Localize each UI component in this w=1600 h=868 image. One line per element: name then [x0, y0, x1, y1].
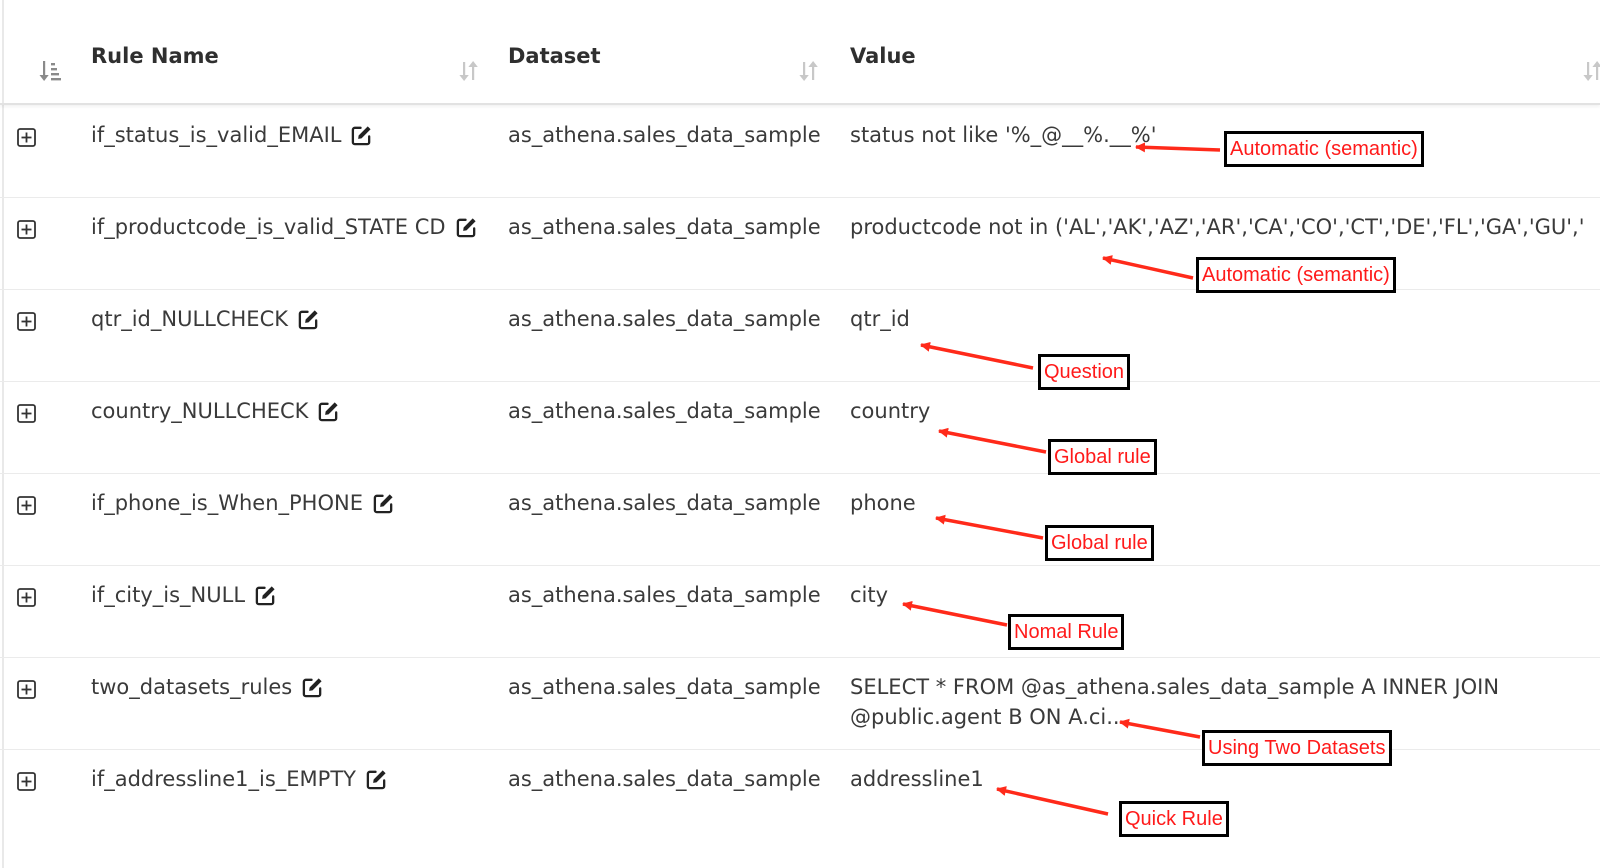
value-cell: qtr_id [850, 304, 910, 334]
table-header: Rule Name Dataset Value [0, 0, 1600, 105]
dataset-cell: as_athena.sales_data_sample [508, 767, 821, 791]
rule-name: if_city_is_NULL [91, 583, 246, 607]
value-line: SELECT * FROM @as_athena.sales_data_samp… [850, 675, 1500, 699]
annotation-callout: Using Two Datasets [1202, 730, 1392, 766]
value-cell: phone [850, 488, 916, 518]
dataset-cell: as_athena.sales_data_sample [508, 307, 821, 331]
dataset-cell: as_athena.sales_data_sample [508, 399, 821, 423]
rule-name-cell: if_phone_is_When_PHONE [91, 491, 395, 515]
value-line: productcode not in ('AL','AK','AZ','AR',… [850, 215, 1585, 239]
rule-name: two_datasets_rules [91, 675, 293, 699]
dataset-cell: as_athena.sales_data_sample [508, 675, 821, 699]
dataset-cell: as_athena.sales_data_sample [508, 583, 821, 607]
rule-name-cell: country_NULLCHECK [91, 399, 340, 423]
annotation-callout: Quick Rule [1119, 801, 1229, 837]
value-line: status not like '%_@__%.__%' [850, 123, 1157, 147]
expand-row-icon[interactable] [17, 772, 36, 791]
rule-name: country_NULLCHECK [91, 399, 309, 423]
rule-name-cell: if_addressline1_is_EMPTY [91, 767, 388, 791]
rule-name-cell: if_city_is_NULL [91, 583, 277, 607]
table-row[interactable]: if_addressline1_is_EMPTY as_athena.sales… [0, 749, 1600, 868]
rule-name: qtr_id_NULLCHECK [91, 307, 288, 331]
rule-name: if_status_is_valid_EMAIL [91, 123, 342, 147]
rule-name: if_addressline1_is_EMPTY [91, 767, 356, 791]
table-row[interactable]: qtr_id_NULLCHECK as_athena.sales_data_sa… [0, 289, 1600, 382]
dataset-cell: as_athena.sales_data_sample [508, 215, 821, 239]
value-cell: country [850, 396, 930, 426]
annotation-callout: Global rule [1048, 439, 1157, 475]
value-line: country [850, 399, 931, 423]
sort-toggle-icon[interactable] [456, 58, 482, 84]
edit-icon[interactable] [365, 768, 388, 791]
expand-row-icon[interactable] [17, 312, 36, 331]
annotation-callout: Automatic (semantic) [1224, 131, 1424, 167]
value-line: addressline1 [850, 767, 984, 791]
expand-row-icon[interactable] [17, 128, 36, 147]
annotation-callout: Global rule [1045, 525, 1154, 561]
annotation-callout: Automatic (semantic) [1196, 257, 1396, 293]
value-cell: addressline1 [850, 764, 984, 794]
edit-icon[interactable] [254, 584, 277, 607]
table-row[interactable]: if_phone_is_When_PHONE as_athena.sales_d… [0, 473, 1600, 566]
edit-icon[interactable] [301, 676, 324, 699]
edit-icon[interactable] [317, 400, 340, 423]
sort-desc-icon[interactable] [38, 58, 64, 84]
dataset-cell: as_athena.sales_data_sample [508, 491, 821, 515]
rule-name: if_productcode_is_valid_STATE CD [91, 215, 446, 239]
expand-row-icon[interactable] [17, 588, 36, 607]
table-row[interactable]: country_NULLCHECK as_athena.sales_data_s… [0, 381, 1600, 474]
edit-icon[interactable] [372, 492, 395, 515]
value-line: qtr_id [850, 307, 910, 331]
rule-name-cell: qtr_id_NULLCHECK [91, 307, 320, 331]
annotation-callout: Question [1038, 354, 1131, 390]
edit-icon[interactable] [350, 124, 373, 147]
column-header-dataset[interactable]: Dataset [508, 44, 601, 68]
table-row[interactable]: if_city_is_NULL as_athena.sales_data_sam… [0, 565, 1600, 658]
annotation-callout: Nomal Rule [1008, 614, 1125, 650]
value-line: @public.agent B ON A.ci... [850, 705, 1127, 729]
expand-row-icon[interactable] [17, 680, 36, 699]
expand-row-icon[interactable] [17, 404, 36, 423]
rule-name-cell: two_datasets_rules [91, 675, 324, 699]
rule-name-cell: if_productcode_is_valid_STATE CD [91, 215, 478, 239]
rule-name: if_phone_is_When_PHONE [91, 491, 363, 515]
value-line: city [850, 583, 889, 607]
column-header-rule-name[interactable]: Rule Name [91, 44, 219, 68]
value-cell: city [850, 580, 888, 610]
expand-row-icon[interactable] [17, 496, 36, 515]
sort-toggle-icon[interactable] [796, 58, 822, 84]
value-line: phone [850, 491, 916, 515]
edit-icon[interactable] [297, 308, 320, 331]
rule-name-cell: if_status_is_valid_EMAIL [91, 123, 373, 147]
value-cell: status not like '%_@__%.__%' [850, 120, 1157, 150]
column-header-value[interactable]: Value [850, 44, 916, 68]
sort-toggle-icon[interactable] [1580, 58, 1600, 84]
value-cell: SELECT * FROM @as_athena.sales_data_samp… [850, 672, 1499, 732]
expand-row-icon[interactable] [17, 220, 36, 239]
edit-icon[interactable] [455, 216, 478, 239]
dataset-cell: as_athena.sales_data_sample [508, 123, 821, 147]
value-cell: productcode not in ('AL','AK','AZ','AR',… [850, 212, 1585, 242]
